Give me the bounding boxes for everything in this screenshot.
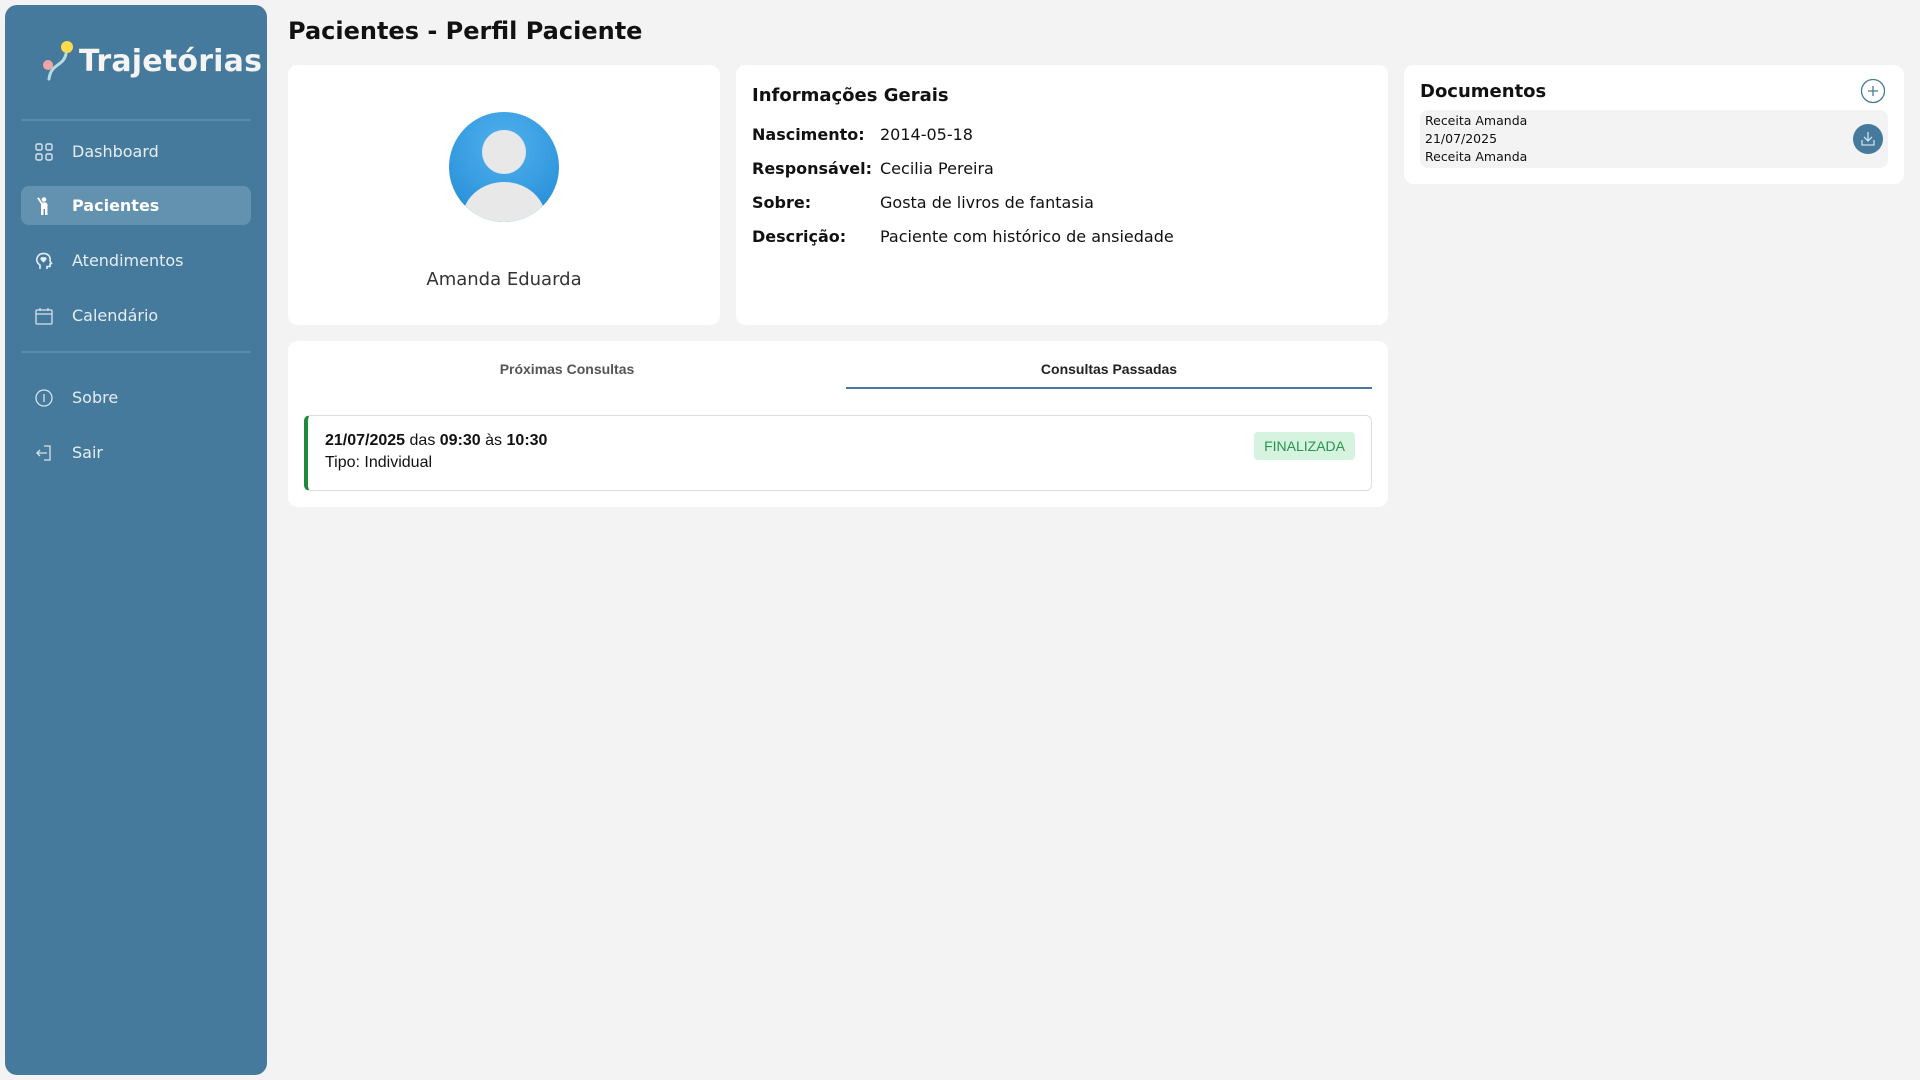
logo-text: Trajetórias bbox=[79, 43, 263, 79]
info-row-guardian: Responsável: Cecilia Pereira bbox=[752, 159, 994, 178]
appointment-start: 09:30 bbox=[439, 432, 481, 449]
info-heading: Informações Gerais bbox=[752, 85, 949, 106]
appointments-card: Próximas Consultas Consultas Passadas 21… bbox=[288, 341, 1388, 507]
tab-proximas-consultas[interactable]: Próximas Consultas bbox=[304, 361, 830, 377]
person-waving-icon bbox=[37, 196, 48, 215]
sidebar: Trajetórias Dashboard Pacientes Atendime… bbox=[5, 5, 267, 1075]
document-date: 21/07/2025 bbox=[1425, 131, 1498, 146]
info-label: Responsável: bbox=[752, 159, 873, 178]
logo-icon bbox=[43, 41, 73, 81]
sidebar-item-label: Sobre bbox=[72, 388, 119, 407]
sidebar-item-dashboard[interactable]: Dashboard bbox=[21, 132, 251, 171]
sidebar-item-atendimentos[interactable]: Atendimentos bbox=[21, 241, 251, 280]
info-value: Gosta de livros de fantasia bbox=[880, 193, 1094, 212]
divider bbox=[21, 351, 251, 353]
divider bbox=[21, 119, 251, 121]
logo[interactable]: Trajetórias bbox=[41, 39, 262, 83]
patient-name: Amanda Eduarda bbox=[426, 269, 582, 290]
document-description: Receita Amanda bbox=[1425, 149, 1528, 164]
appointment-from: das bbox=[409, 432, 436, 449]
appointment-date: 21/07/2025 bbox=[325, 432, 406, 449]
profile-card: Amanda Eduarda bbox=[288, 65, 720, 325]
sidebar-item-calendario[interactable]: Calendário bbox=[21, 296, 251, 335]
sidebar-item-sobre[interactable]: Sobre bbox=[21, 378, 251, 417]
active-tab-indicator bbox=[846, 387, 1372, 389]
info-value: Paciente com histórico de ansiedade bbox=[880, 227, 1174, 246]
page-title: Pacientes - Perfil Paciente bbox=[288, 17, 643, 45]
grid-icon bbox=[35, 142, 53, 161]
sidebar-item-label: Dashboard bbox=[72, 142, 159, 161]
info-label: Nascimento: bbox=[752, 125, 865, 144]
info-row-birth: Nascimento: 2014-05-18 bbox=[752, 125, 973, 144]
info-label: Sobre: bbox=[752, 193, 812, 212]
add-document-icon[interactable] bbox=[1860, 78, 1886, 104]
info-row-about: Sobre: Gosta de livros de fantasia bbox=[752, 193, 1094, 212]
appointment-to: às bbox=[485, 432, 503, 449]
logout-icon bbox=[36, 444, 51, 461]
sidebar-item-label: Pacientes bbox=[72, 196, 160, 215]
download-icon[interactable] bbox=[1853, 124, 1883, 154]
status-badge: FINALIZADA bbox=[1254, 432, 1355, 460]
sidebar-item-sair[interactable]: Sair bbox=[21, 433, 251, 472]
sidebar-item-label: Sair bbox=[72, 443, 103, 462]
document-item: Receita Amanda 21/07/2025 Receita Amanda bbox=[1420, 110, 1888, 168]
info-value: 2014-05-18 bbox=[880, 125, 973, 144]
sidebar-item-pacientes[interactable]: Pacientes bbox=[21, 186, 251, 225]
documents-heading: Documentos bbox=[1420, 81, 1547, 102]
avatar bbox=[449, 112, 559, 222]
info-icon bbox=[35, 388, 53, 407]
info-row-description: Descrição: Paciente com histórico de ansi… bbox=[752, 227, 1174, 246]
documents-card: Documentos Receita Amanda 21/07/2025 Rec… bbox=[1404, 65, 1904, 184]
appointment-end: 10:30 bbox=[506, 432, 548, 449]
appointment-time: 21/07/2025 das 09:30 às 10:30 bbox=[325, 432, 547, 450]
sidebar-item-label: Calendário bbox=[72, 306, 159, 325]
document-title: Receita Amanda bbox=[1425, 113, 1528, 128]
info-label: Descrição: bbox=[752, 227, 847, 246]
calendar-icon bbox=[35, 307, 53, 325]
appointment-item[interactable]: 21/07/2025 das 09:30 às 10:30 Tipo: Indi… bbox=[304, 415, 1372, 491]
appointment-type: Tipo: Individual bbox=[325, 454, 433, 471]
head-heart-icon bbox=[36, 252, 53, 269]
info-value: Cecilia Pereira bbox=[880, 159, 994, 178]
sidebar-item-label: Atendimentos bbox=[72, 251, 184, 270]
info-card: Informações Gerais Nascimento: 2014-05-18… bbox=[736, 65, 1388, 325]
tab-consultas-passadas[interactable]: Consultas Passadas bbox=[846, 361, 1372, 377]
